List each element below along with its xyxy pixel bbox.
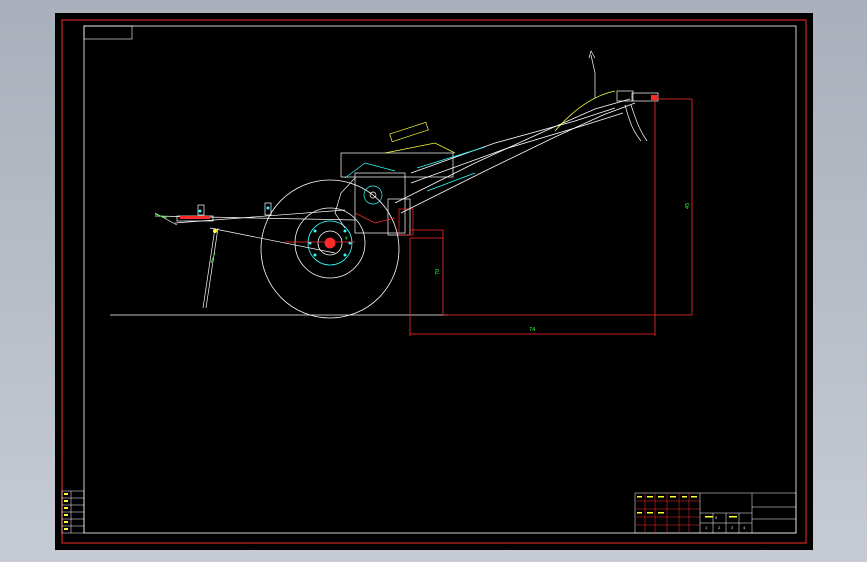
handlebar — [394, 98, 636, 214]
rear-hitch-highlights — [154, 206, 270, 264]
dim-vertical-left: 70 — [435, 269, 441, 275]
inner-frame — [83, 25, 797, 534]
dimension-lines — [285, 98, 693, 336]
revision-table-marks — [64, 493, 68, 530]
title-block-marks — [637, 496, 737, 518]
handlebar-highlights — [416, 90, 616, 192]
title-cell-1: 1 — [705, 526, 707, 530]
title-cell-5: 5 — [715, 516, 717, 520]
dim-hub: φ — [345, 235, 348, 240]
dim-horizontal: 74 — [529, 327, 535, 333]
drawing-code-box — [83, 25, 133, 40]
outer-frame — [61, 19, 807, 544]
title-cell-3: 3 — [731, 526, 733, 530]
drawing-sheet[interactable]: 1 2 3 4 5 70 74 45 φ — [55, 13, 813, 550]
title-cell-2: 2 — [718, 526, 720, 530]
wheel — [260, 179, 400, 319]
title-cell-4: 4 — [743, 526, 746, 530]
dim-vertical-right: 45 — [685, 203, 691, 209]
revision-table — [61, 490, 85, 534]
cad-drawing: 1 2 3 4 5 70 74 45 φ — [61, 19, 807, 544]
